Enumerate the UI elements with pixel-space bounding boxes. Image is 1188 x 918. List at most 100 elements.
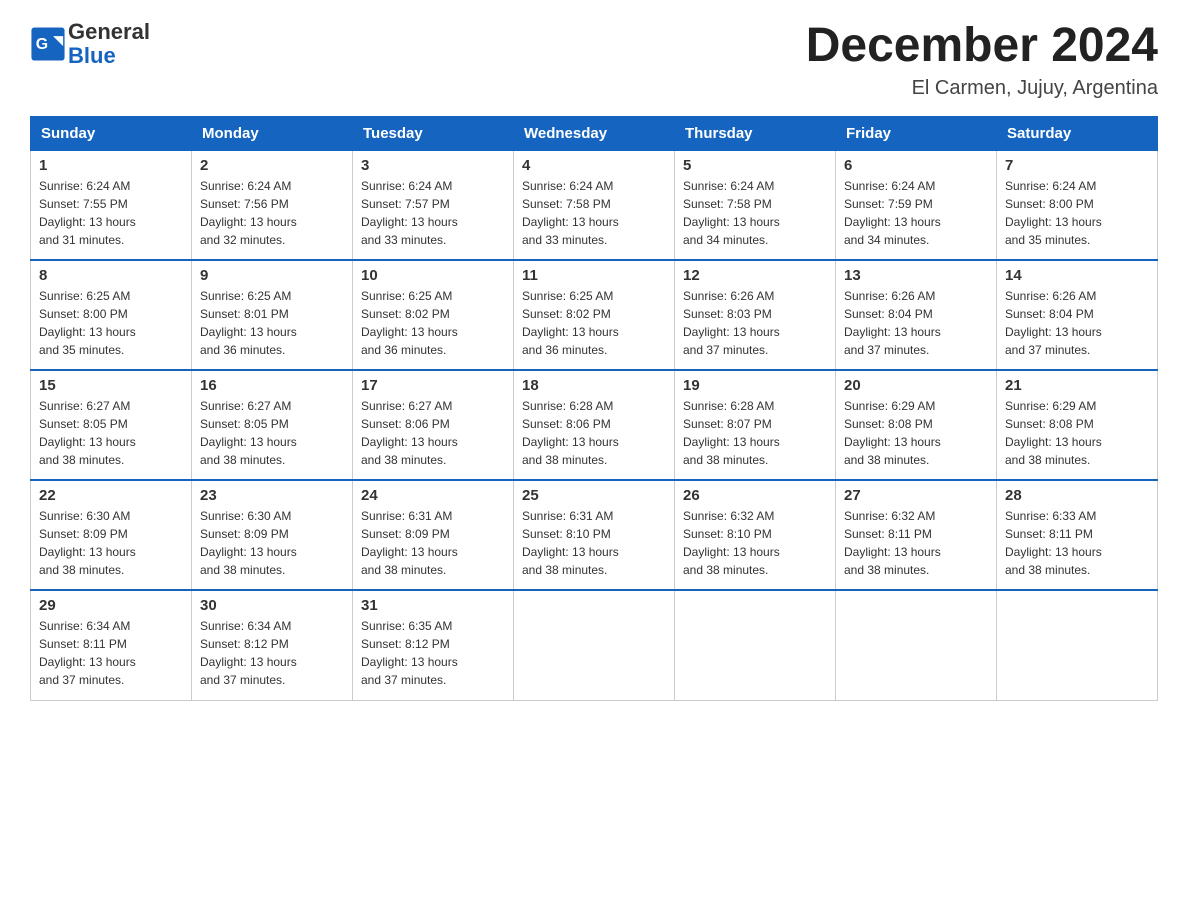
calendar-cell: 15 Sunrise: 6:27 AMSunset: 8:05 PMDaylig… bbox=[31, 370, 192, 480]
calendar-cell: 5 Sunrise: 6:24 AMSunset: 7:58 PMDayligh… bbox=[675, 150, 836, 260]
calendar-cell: 24 Sunrise: 6:31 AMSunset: 8:09 PMDaylig… bbox=[353, 480, 514, 590]
title-block: December 2024 El Carmen, Jujuy, Argentin… bbox=[806, 20, 1158, 100]
logo: G General Blue bbox=[30, 20, 150, 68]
calendar-cell: 26 Sunrise: 6:32 AMSunset: 8:10 PMDaylig… bbox=[675, 480, 836, 590]
col-header-friday: Friday bbox=[836, 116, 997, 150]
day-info: Sunrise: 6:28 AMSunset: 8:07 PMDaylight:… bbox=[683, 399, 780, 467]
calendar-cell: 17 Sunrise: 6:27 AMSunset: 8:06 PMDaylig… bbox=[353, 370, 514, 480]
calendar-cell bbox=[836, 590, 997, 700]
day-number: 1 bbox=[39, 157, 183, 174]
day-info: Sunrise: 6:32 AMSunset: 8:11 PMDaylight:… bbox=[844, 509, 941, 577]
day-number: 19 bbox=[683, 377, 827, 394]
day-info: Sunrise: 6:26 AMSunset: 8:03 PMDaylight:… bbox=[683, 289, 780, 357]
day-info: Sunrise: 6:27 AMSunset: 8:06 PMDaylight:… bbox=[361, 399, 458, 467]
calendar-cell: 11 Sunrise: 6:25 AMSunset: 8:02 PMDaylig… bbox=[514, 260, 675, 370]
calendar-cell: 23 Sunrise: 6:30 AMSunset: 8:09 PMDaylig… bbox=[192, 480, 353, 590]
day-info: Sunrise: 6:25 AMSunset: 8:02 PMDaylight:… bbox=[522, 289, 619, 357]
calendar-cell: 6 Sunrise: 6:24 AMSunset: 7:59 PMDayligh… bbox=[836, 150, 997, 260]
calendar-cell: 31 Sunrise: 6:35 AMSunset: 8:12 PMDaylig… bbox=[353, 590, 514, 700]
calendar-cell: 2 Sunrise: 6:24 AMSunset: 7:56 PMDayligh… bbox=[192, 150, 353, 260]
day-info: Sunrise: 6:24 AMSunset: 7:58 PMDaylight:… bbox=[522, 179, 619, 247]
calendar-table: SundayMondayTuesdayWednesdayThursdayFrid… bbox=[30, 116, 1158, 701]
col-header-wednesday: Wednesday bbox=[514, 116, 675, 150]
day-info: Sunrise: 6:30 AMSunset: 8:09 PMDaylight:… bbox=[39, 509, 136, 577]
calendar-cell: 14 Sunrise: 6:26 AMSunset: 8:04 PMDaylig… bbox=[997, 260, 1158, 370]
calendar-cell: 30 Sunrise: 6:34 AMSunset: 8:12 PMDaylig… bbox=[192, 590, 353, 700]
day-number: 15 bbox=[39, 377, 183, 394]
logo-text: General Blue bbox=[68, 20, 150, 68]
day-info: Sunrise: 6:25 AMSunset: 8:01 PMDaylight:… bbox=[200, 289, 297, 357]
day-info: Sunrise: 6:31 AMSunset: 8:10 PMDaylight:… bbox=[522, 509, 619, 577]
col-header-sunday: Sunday bbox=[31, 116, 192, 150]
day-info: Sunrise: 6:29 AMSunset: 8:08 PMDaylight:… bbox=[844, 399, 941, 467]
col-header-thursday: Thursday bbox=[675, 116, 836, 150]
day-info: Sunrise: 6:25 AMSunset: 8:00 PMDaylight:… bbox=[39, 289, 136, 357]
location-subtitle: El Carmen, Jujuy, Argentina bbox=[806, 77, 1158, 100]
day-number: 2 bbox=[200, 157, 344, 174]
day-number: 3 bbox=[361, 157, 505, 174]
day-info: Sunrise: 6:34 AMSunset: 8:12 PMDaylight:… bbox=[200, 619, 297, 687]
day-number: 7 bbox=[1005, 157, 1149, 174]
logo-general: General bbox=[68, 19, 150, 44]
calendar-cell: 13 Sunrise: 6:26 AMSunset: 8:04 PMDaylig… bbox=[836, 260, 997, 370]
calendar-week-4: 22 Sunrise: 6:30 AMSunset: 8:09 PMDaylig… bbox=[31, 480, 1158, 590]
day-info: Sunrise: 6:26 AMSunset: 8:04 PMDaylight:… bbox=[1005, 289, 1102, 357]
calendar-cell: 25 Sunrise: 6:31 AMSunset: 8:10 PMDaylig… bbox=[514, 480, 675, 590]
day-number: 23 bbox=[200, 487, 344, 504]
calendar-week-1: 1 Sunrise: 6:24 AMSunset: 7:55 PMDayligh… bbox=[31, 150, 1158, 260]
day-number: 30 bbox=[200, 597, 344, 614]
day-number: 4 bbox=[522, 157, 666, 174]
day-info: Sunrise: 6:26 AMSunset: 8:04 PMDaylight:… bbox=[844, 289, 941, 357]
day-info: Sunrise: 6:27 AMSunset: 8:05 PMDaylight:… bbox=[39, 399, 136, 467]
day-number: 28 bbox=[1005, 487, 1149, 504]
day-number: 6 bbox=[844, 157, 988, 174]
calendar-cell: 16 Sunrise: 6:27 AMSunset: 8:05 PMDaylig… bbox=[192, 370, 353, 480]
calendar-cell: 3 Sunrise: 6:24 AMSunset: 7:57 PMDayligh… bbox=[353, 150, 514, 260]
day-number: 26 bbox=[683, 487, 827, 504]
day-info: Sunrise: 6:31 AMSunset: 8:09 PMDaylight:… bbox=[361, 509, 458, 577]
day-info: Sunrise: 6:24 AMSunset: 7:56 PMDaylight:… bbox=[200, 179, 297, 247]
calendar-cell: 22 Sunrise: 6:30 AMSunset: 8:09 PMDaylig… bbox=[31, 480, 192, 590]
day-info: Sunrise: 6:35 AMSunset: 8:12 PMDaylight:… bbox=[361, 619, 458, 687]
calendar-cell: 20 Sunrise: 6:29 AMSunset: 8:08 PMDaylig… bbox=[836, 370, 997, 480]
calendar-cell: 27 Sunrise: 6:32 AMSunset: 8:11 PMDaylig… bbox=[836, 480, 997, 590]
day-info: Sunrise: 6:28 AMSunset: 8:06 PMDaylight:… bbox=[522, 399, 619, 467]
day-info: Sunrise: 6:24 AMSunset: 7:55 PMDaylight:… bbox=[39, 179, 136, 247]
day-number: 14 bbox=[1005, 267, 1149, 284]
day-info: Sunrise: 6:33 AMSunset: 8:11 PMDaylight:… bbox=[1005, 509, 1102, 577]
calendar-cell bbox=[997, 590, 1158, 700]
day-number: 27 bbox=[844, 487, 988, 504]
calendar-cell: 21 Sunrise: 6:29 AMSunset: 8:08 PMDaylig… bbox=[997, 370, 1158, 480]
calendar-week-5: 29 Sunrise: 6:34 AMSunset: 8:11 PMDaylig… bbox=[31, 590, 1158, 700]
day-number: 31 bbox=[361, 597, 505, 614]
calendar-week-3: 15 Sunrise: 6:27 AMSunset: 8:05 PMDaylig… bbox=[31, 370, 1158, 480]
day-number: 10 bbox=[361, 267, 505, 284]
calendar-cell: 12 Sunrise: 6:26 AMSunset: 8:03 PMDaylig… bbox=[675, 260, 836, 370]
calendar-cell: 7 Sunrise: 6:24 AMSunset: 8:00 PMDayligh… bbox=[997, 150, 1158, 260]
month-title: December 2024 bbox=[806, 20, 1158, 73]
day-number: 21 bbox=[1005, 377, 1149, 394]
day-number: 5 bbox=[683, 157, 827, 174]
day-number: 25 bbox=[522, 487, 666, 504]
day-number: 13 bbox=[844, 267, 988, 284]
day-number: 29 bbox=[39, 597, 183, 614]
day-info: Sunrise: 6:34 AMSunset: 8:11 PMDaylight:… bbox=[39, 619, 136, 687]
calendar-cell: 9 Sunrise: 6:25 AMSunset: 8:01 PMDayligh… bbox=[192, 260, 353, 370]
day-number: 20 bbox=[844, 377, 988, 394]
calendar-cell bbox=[514, 590, 675, 700]
day-number: 11 bbox=[522, 267, 666, 284]
calendar-cell: 28 Sunrise: 6:33 AMSunset: 8:11 PMDaylig… bbox=[997, 480, 1158, 590]
day-info: Sunrise: 6:27 AMSunset: 8:05 PMDaylight:… bbox=[200, 399, 297, 467]
day-number: 17 bbox=[361, 377, 505, 394]
day-number: 18 bbox=[522, 377, 666, 394]
calendar-cell: 8 Sunrise: 6:25 AMSunset: 8:00 PMDayligh… bbox=[31, 260, 192, 370]
day-info: Sunrise: 6:30 AMSunset: 8:09 PMDaylight:… bbox=[200, 509, 297, 577]
day-info: Sunrise: 6:32 AMSunset: 8:10 PMDaylight:… bbox=[683, 509, 780, 577]
day-number: 9 bbox=[200, 267, 344, 284]
col-header-monday: Monday bbox=[192, 116, 353, 150]
logo-blue: Blue bbox=[68, 43, 116, 68]
day-number: 22 bbox=[39, 487, 183, 504]
calendar-cell: 1 Sunrise: 6:24 AMSunset: 7:55 PMDayligh… bbox=[31, 150, 192, 260]
page-header: G General Blue December 2024 El Carmen, … bbox=[30, 20, 1158, 100]
calendar-cell: 10 Sunrise: 6:25 AMSunset: 8:02 PMDaylig… bbox=[353, 260, 514, 370]
